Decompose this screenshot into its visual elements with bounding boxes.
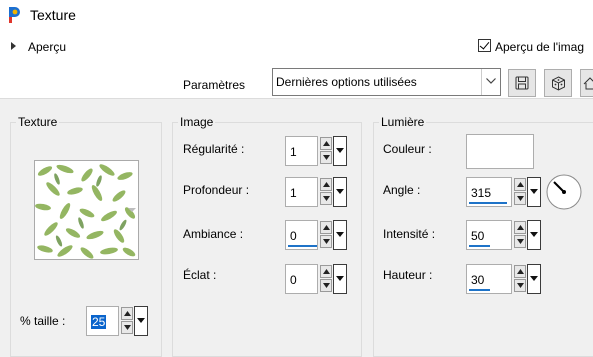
spin-down-icon[interactable] xyxy=(514,192,526,205)
light-group-title: Lumière xyxy=(379,115,427,129)
angle-value[interactable]: 315 xyxy=(471,186,491,200)
intensity-level-bar xyxy=(469,245,490,247)
image-preview-label[interactable]: Aperçu de l'imag xyxy=(495,40,584,54)
depth-dropdown[interactable] xyxy=(333,177,347,207)
intensity-dropdown[interactable] xyxy=(527,220,541,250)
params-select-value[interactable]: Dernières options utilisées xyxy=(276,75,417,89)
ambient-value[interactable]: 0 xyxy=(290,229,297,243)
angle-level-bar xyxy=(469,202,507,204)
elevation-dropdown[interactable] xyxy=(527,264,541,294)
image-preview-checkbox[interactable] xyxy=(478,39,491,52)
shine-updown[interactable] xyxy=(320,264,332,294)
size-input[interactable]: 25 xyxy=(86,306,119,336)
spin-up-icon[interactable] xyxy=(320,178,332,191)
texture-thumbnail[interactable] xyxy=(34,160,139,260)
chevron-down-icon[interactable] xyxy=(128,208,136,212)
reset-icon xyxy=(583,77,593,90)
ambient-level-bar xyxy=(288,245,317,247)
save-icon xyxy=(515,76,529,90)
save-preset-button[interactable] xyxy=(508,69,536,97)
spin-down-icon[interactable] xyxy=(514,235,526,248)
size-dropdown[interactable] xyxy=(134,306,148,336)
spin-up-icon[interactable] xyxy=(514,221,526,234)
spin-up-icon[interactable] xyxy=(514,265,526,278)
shine-value[interactable]: 0 xyxy=(290,273,297,287)
depth-input[interactable]: 1 xyxy=(285,177,318,207)
color-label: Couleur : xyxy=(383,142,432,156)
spin-down-icon[interactable] xyxy=(121,321,133,334)
ambient-updown[interactable] xyxy=(320,220,332,250)
size-label: % taille : xyxy=(20,314,66,328)
angle-input[interactable]: 315 xyxy=(466,177,512,207)
spin-up-icon[interactable] xyxy=(320,137,332,150)
regularity-value[interactable]: 1 xyxy=(290,145,297,159)
texture-group-title: Texture xyxy=(16,115,60,129)
ambient-label: Ambiance : xyxy=(183,227,244,241)
size-value[interactable]: 25 xyxy=(91,315,107,329)
elevation-input[interactable]: 30 xyxy=(466,264,512,294)
image-group-title: Image xyxy=(178,115,216,129)
angle-dropdown[interactable] xyxy=(527,177,541,207)
size-updown[interactable] xyxy=(121,306,133,336)
depth-label: Profondeur : xyxy=(183,183,250,197)
regularity-dropdown[interactable] xyxy=(333,136,347,166)
intensity-value[interactable]: 50 xyxy=(471,229,484,243)
spin-up-icon[interactable] xyxy=(320,221,332,234)
regularity-label: Régularité : xyxy=(183,142,245,156)
spin-up-icon[interactable] xyxy=(320,265,332,278)
random-icon xyxy=(552,76,565,91)
expand-arrow-icon[interactable] xyxy=(11,42,16,50)
elevation-value[interactable]: 30 xyxy=(471,273,484,287)
intensity-label: Intensité : xyxy=(383,227,436,241)
shine-input[interactable]: 0 xyxy=(285,264,318,294)
spin-up-icon[interactable] xyxy=(121,307,133,320)
depth-updown[interactable] xyxy=(320,177,332,207)
intensity-input[interactable]: 50 xyxy=(466,220,512,250)
angle-label: Angle : xyxy=(383,183,421,197)
window-title: Texture xyxy=(30,7,76,23)
spin-down-icon[interactable] xyxy=(514,279,526,292)
reset-button[interactable] xyxy=(580,69,593,97)
spin-down-icon[interactable] xyxy=(320,235,332,248)
title-bar xyxy=(0,0,593,32)
leaf-pattern-image xyxy=(35,161,138,259)
app-logo-icon xyxy=(6,5,24,25)
angle-updown[interactable] xyxy=(514,177,526,207)
intensity-updown[interactable] xyxy=(514,220,526,250)
preview-toggle[interactable]: Aperçu xyxy=(28,40,66,54)
depth-value[interactable]: 1 xyxy=(290,186,297,200)
chevron-down-icon[interactable] xyxy=(481,69,501,95)
params-label: Paramètres xyxy=(183,78,246,92)
elevation-level-bar xyxy=(469,289,490,291)
light-color-swatch[interactable] xyxy=(466,134,534,169)
ambient-dropdown[interactable] xyxy=(333,220,347,250)
elevation-label: Hauteur : xyxy=(383,268,433,282)
ambient-input[interactable]: 0 xyxy=(285,220,318,250)
regularity-input[interactable]: 1 xyxy=(285,136,318,166)
elevation-updown[interactable] xyxy=(514,264,526,294)
spin-down-icon[interactable] xyxy=(320,151,332,164)
spin-down-icon[interactable] xyxy=(320,279,332,292)
random-button[interactable] xyxy=(544,69,572,97)
spin-up-icon[interactable] xyxy=(514,178,526,191)
shine-label: Éclat : xyxy=(183,268,217,282)
spin-down-icon[interactable] xyxy=(320,192,332,205)
angle-dial-icon[interactable] xyxy=(545,173,583,211)
shine-dropdown[interactable] xyxy=(333,264,347,294)
regularity-updown[interactable] xyxy=(320,136,332,166)
